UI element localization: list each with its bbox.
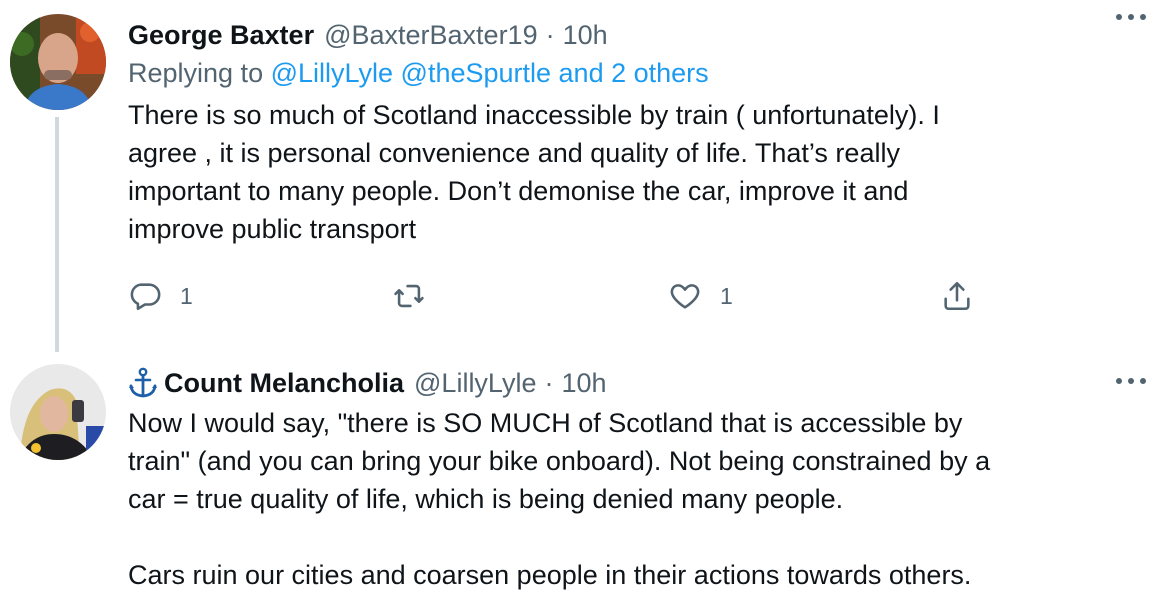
more-options-icon[interactable] [1114, 374, 1148, 388]
thread-connector-line [55, 117, 59, 352]
display-name-group[interactable]: Count Melancholia [128, 367, 404, 399]
user-handle[interactable]: @BaxterBaxter19 [324, 20, 538, 51]
heart-icon [670, 284, 700, 309]
share-icon [944, 281, 970, 311]
reply-count: 1 [180, 282, 193, 309]
share-button[interactable] [940, 274, 974, 318]
separator-dot: · [544, 367, 554, 398]
tweet-text: There is so much of Scotland inaccessibl… [128, 100, 940, 244]
like-count: 1 [720, 282, 733, 309]
separator-dot: · [545, 19, 555, 50]
tweet-actions: 1 1 [128, 274, 988, 318]
tweet-content: Count Melancholia @LillyLyle · 10h Now I… [128, 366, 1134, 594]
timestamp[interactable]: 10h [563, 20, 608, 51]
more-options-icon[interactable] [1114, 10, 1148, 24]
display-name[interactable]: Count Melancholia [164, 368, 404, 399]
tweet-george-baxter[interactable]: George Baxter @BaxterBaxter19 · 10h Repl… [0, 0, 1154, 352]
display-name[interactable]: George Baxter [128, 20, 314, 51]
like-button[interactable]: 1 [668, 274, 733, 318]
reply-button[interactable]: 1 [128, 274, 193, 318]
tweet-content: George Baxter @BaxterBaxter19 · 10h Repl… [128, 18, 1134, 248]
retweet-button[interactable] [392, 274, 444, 318]
tweet-count-melancholia[interactable]: Count Melancholia @LillyLyle · 10h Now I… [0, 350, 1154, 616]
tweet-text: Now I would say, "there is SO MUCH of Sc… [128, 408, 991, 590]
user-handle[interactable]: @LillyLyle [414, 368, 536, 399]
replying-to: Replying to @LillyLyle @theSpurtle and 2… [128, 58, 1134, 92]
replying-to-users-link[interactable]: @LillyLyle @theSpurtle and 2 others [271, 58, 709, 88]
replying-prefix: Replying to [128, 58, 271, 88]
tweet-header: Count Melancholia @LillyLyle · 10h [128, 366, 1134, 400]
avatar[interactable] [10, 14, 106, 110]
anchor-icon [129, 367, 157, 398]
avatar[interactable] [10, 364, 106, 460]
tweet-header: George Baxter @BaxterBaxter19 · 10h [128, 18, 1134, 52]
timestamp[interactable]: 10h [561, 368, 606, 399]
retweet-icon [394, 284, 424, 308]
reply-icon [130, 283, 161, 311]
